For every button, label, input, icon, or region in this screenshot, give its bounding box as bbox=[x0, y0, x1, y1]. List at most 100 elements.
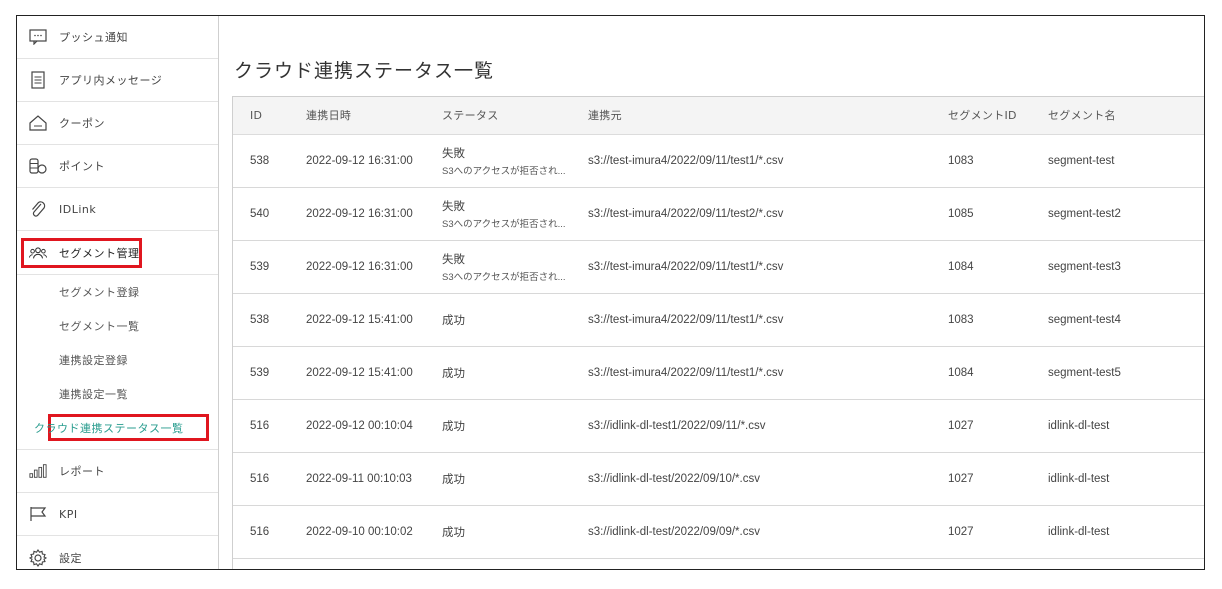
subnav-link-setting-list[interactable]: 連携設定一覧 bbox=[17, 377, 218, 411]
status-table: ID 連携日時 ステータス 連携元 セグメントID セグメント名 538 2022… bbox=[233, 97, 1204, 559]
status-text: 成功 bbox=[442, 367, 465, 380]
cell-source: s3://test-imura4/2022/09/11/test1/*.csv bbox=[571, 346, 931, 400]
status-error-message: S3へのアクセスが拒否され... bbox=[442, 271, 566, 283]
highlight-box bbox=[21, 238, 142, 268]
subnav-link-setting-register[interactable]: 連携設定登録 bbox=[17, 343, 218, 377]
bar-chart-icon bbox=[29, 462, 47, 480]
cell-segment-id: 1083 bbox=[931, 134, 1031, 188]
status-text: 成功 bbox=[442, 473, 465, 486]
cell-source: s3://idlink-dl-test/2022/09/09/*.csv bbox=[571, 505, 931, 559]
subnav-segment-register[interactable]: セグメント登録 bbox=[17, 275, 218, 309]
cell-status: 失敗 S3へのアクセスが拒否され... bbox=[425, 134, 571, 188]
column-header-status: ステータス bbox=[425, 97, 571, 135]
table-row[interactable]: 516 2022-09-10 00:10:02 成功 s3://idlink-dl-t… bbox=[233, 505, 1204, 559]
main-content: クラウド連携ステータス一覧 ID 連携日時 ステータス 連携元 セグメントID … bbox=[220, 16, 1204, 569]
cell-segment-id: 1083 bbox=[931, 293, 1031, 347]
table-row[interactable]: 540 2022-09-12 16:31:00 失敗 S3へのアクセスが拒否され...… bbox=[233, 187, 1204, 241]
paperclip-icon bbox=[29, 200, 47, 218]
segment-submenu: セグメント登録 セグメント一覧 連携設定登録 連携設定一覧 クラウド連携ステータ… bbox=[17, 274, 218, 450]
cell-datetime: 2022-09-10 00:10:02 bbox=[289, 505, 425, 559]
cell-segment-id: 1027 bbox=[931, 505, 1031, 559]
cell-segment-name: idlink-dl-test bbox=[1031, 505, 1204, 559]
cell-id: 539 bbox=[233, 346, 289, 400]
status-text: 成功 bbox=[442, 420, 465, 433]
subnav-segment-list[interactable]: セグメント一覧 bbox=[17, 309, 218, 343]
table-row[interactable]: 539 2022-09-12 15:41:00 成功 s3://test-imura4… bbox=[233, 346, 1204, 400]
cell-status: 成功 bbox=[425, 505, 571, 559]
sidebar-item-kpi[interactable]: KPI bbox=[17, 493, 218, 536]
subnav-label: クラウド連携ステータス一覧 bbox=[34, 422, 184, 435]
status-table-container: ID 連携日時 ステータス 連携元 セグメントID セグメント名 538 2022… bbox=[232, 96, 1204, 569]
cell-segment-id: 1085 bbox=[931, 187, 1031, 241]
cell-id: 516 bbox=[233, 399, 289, 453]
column-header-segment-name: セグメント名 bbox=[1031, 97, 1204, 135]
sidebar-item-in-app-message[interactable]: アプリ内メッセージ bbox=[17, 59, 218, 102]
document-icon bbox=[29, 71, 47, 89]
sidebar: プッシュ通知 アプリ内メッセージ クーポン ポイント IDLink セグメント管… bbox=[17, 16, 219, 569]
sidebar-item-label: プッシュ通知 bbox=[59, 31, 128, 44]
cell-segment-name: idlink-dl-test bbox=[1031, 399, 1204, 453]
cell-id: 516 bbox=[233, 452, 289, 506]
cell-source: s3://idlink-dl-test/2022/09/10/*.csv bbox=[571, 452, 931, 506]
sidebar-item-push[interactable]: プッシュ通知 bbox=[17, 16, 218, 59]
status-text: 失敗 bbox=[442, 200, 465, 213]
sidebar-item-settings[interactable]: 設定 bbox=[17, 536, 218, 569]
table-row[interactable]: 516 2022-09-11 00:10:03 成功 s3://idlink-dl-t… bbox=[233, 452, 1204, 506]
column-header-source: 連携元 bbox=[571, 97, 931, 135]
sidebar-item-label: KPI bbox=[59, 507, 78, 521]
cell-status: 失敗 S3へのアクセスが拒否され... bbox=[425, 187, 571, 241]
table-row[interactable]: 516 2022-09-12 00:10:04 成功 s3://idlink-dl-t… bbox=[233, 399, 1204, 453]
cell-segment-name: segment-test2 bbox=[1031, 187, 1204, 241]
table-row[interactable]: 538 2022-09-12 16:31:00 失敗 S3へのアクセスが拒否され...… bbox=[233, 134, 1204, 188]
cell-source: s3://idlink-dl-test1/2022/09/11/*.csv bbox=[571, 399, 931, 453]
app-frame: プッシュ通知 アプリ内メッセージ クーポン ポイント IDLink セグメント管… bbox=[16, 15, 1205, 570]
cell-segment-name: segment-test5 bbox=[1031, 346, 1204, 400]
status-error-message: S3へのアクセスが拒否され... bbox=[442, 218, 566, 230]
column-header-id: ID bbox=[233, 97, 289, 135]
cell-id: 516 bbox=[233, 505, 289, 559]
cell-source: s3://test-imura4/2022/09/11/test1/*.csv bbox=[571, 240, 931, 294]
cell-datetime: 2022-09-12 00:10:04 bbox=[289, 399, 425, 453]
table-header-row: ID 連携日時 ステータス 連携元 セグメントID セグメント名 bbox=[233, 97, 1204, 135]
cell-datetime: 2022-09-12 16:31:00 bbox=[289, 240, 425, 294]
sidebar-item-label: IDLink bbox=[59, 202, 97, 216]
status-text: 失敗 bbox=[442, 147, 465, 160]
coins-icon bbox=[29, 157, 47, 175]
column-header-segment-id: セグメントID bbox=[931, 97, 1031, 135]
chat-bubble-icon bbox=[29, 28, 47, 46]
table-row[interactable]: 539 2022-09-12 16:31:00 失敗 S3へのアクセスが拒否され...… bbox=[233, 240, 1204, 294]
sidebar-item-label: 設定 bbox=[59, 551, 82, 565]
cell-segment-name: idlink-dl-test bbox=[1031, 452, 1204, 506]
cell-source: s3://test-imura4/2022/09/11/test1/*.csv bbox=[571, 293, 931, 347]
cell-datetime: 2022-09-12 15:41:00 bbox=[289, 293, 425, 347]
sidebar-item-idlink[interactable]: IDLink bbox=[17, 188, 218, 231]
sidebar-item-point[interactable]: ポイント bbox=[17, 145, 218, 188]
status-text: 失敗 bbox=[442, 253, 465, 266]
cell-source: s3://test-imura4/2022/09/11/test1/*.csv bbox=[571, 134, 931, 188]
cell-datetime: 2022-09-11 00:10:03 bbox=[289, 452, 425, 506]
gear-icon bbox=[29, 548, 47, 567]
cell-id: 540 bbox=[233, 187, 289, 241]
sidebar-item-report[interactable]: レポート bbox=[17, 450, 218, 493]
sidebar-item-label: ポイント bbox=[59, 160, 105, 173]
cell-segment-id: 1027 bbox=[931, 399, 1031, 453]
cell-status: 成功 bbox=[425, 346, 571, 400]
sidebar-item-label: アプリ内メッセージ bbox=[59, 74, 163, 87]
status-error-message: S3へのアクセスが拒否され... bbox=[442, 165, 566, 177]
cell-source: s3://test-imura4/2022/09/11/test2/*.csv bbox=[571, 187, 931, 241]
subnav-cloud-link-status-list[interactable]: クラウド連携ステータス一覧 bbox=[17, 411, 218, 445]
sidebar-item-segment-management[interactable]: セグメント管理 bbox=[17, 231, 218, 274]
sidebar-item-coupon[interactable]: クーポン bbox=[17, 102, 218, 145]
table-row[interactable]: 538 2022-09-12 15:41:00 成功 s3://test-imura4… bbox=[233, 293, 1204, 347]
page-title: クラウド連携ステータス一覧 bbox=[234, 60, 495, 82]
cell-datetime: 2022-09-12 16:31:00 bbox=[289, 134, 425, 188]
cell-status: 成功 bbox=[425, 293, 571, 347]
cell-datetime: 2022-09-12 15:41:00 bbox=[289, 346, 425, 400]
cell-id: 538 bbox=[233, 293, 289, 347]
cell-id: 538 bbox=[233, 134, 289, 188]
cell-segment-name: segment-test bbox=[1031, 134, 1204, 188]
status-text: 成功 bbox=[442, 314, 465, 327]
status-text: 成功 bbox=[442, 526, 465, 539]
cell-status: 成功 bbox=[425, 399, 571, 453]
cell-segment-id: 1084 bbox=[931, 346, 1031, 400]
